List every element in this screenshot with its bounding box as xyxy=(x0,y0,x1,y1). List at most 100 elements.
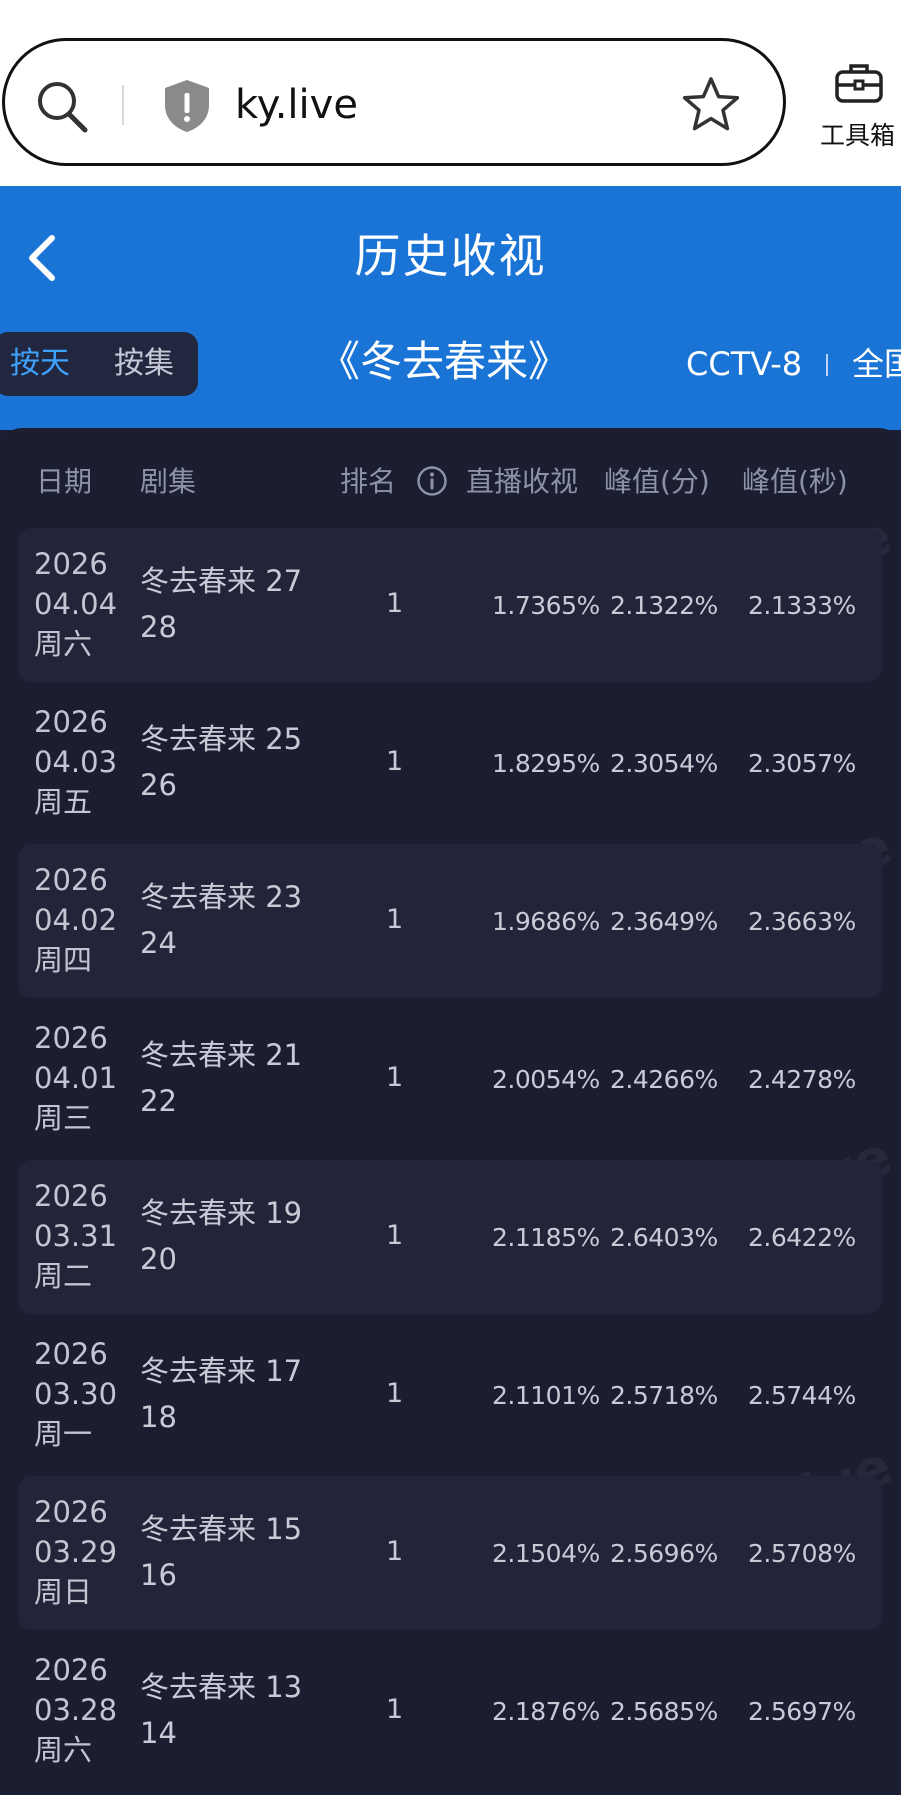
peak-minute-cell: 2.3649% xyxy=(610,907,718,936)
episode-line1: 冬去春来 13 xyxy=(140,1670,303,1704)
toggle-by-episode[interactable]: 按集 xyxy=(114,342,174,386)
live-rating-cell: 1.7365% xyxy=(492,591,600,620)
table-row[interactable]: 2026 03.28 周六 冬去春来 13 14 1 2.1876% 2.568… xyxy=(18,1634,882,1788)
peak-second-cell: 2.4278% xyxy=(748,1065,856,1094)
url-text[interactable]: ky.live xyxy=(235,79,358,131)
episode-cell: 冬去春来 23 24 xyxy=(140,874,302,966)
ratings-table: ky.live ky.live ky.live ky.live ky.live … xyxy=(0,428,901,1795)
episode-cell: 冬去春来 21 22 xyxy=(140,1032,302,1124)
episode-line1: 冬去春来 19 xyxy=(140,1196,303,1230)
rank-cell: 1 xyxy=(386,1536,404,1567)
date-month-day: 03.29 xyxy=(34,1535,118,1569)
episode-line1: 冬去春来 21 xyxy=(140,1038,303,1072)
episode-line1: 冬去春来 23 xyxy=(140,880,303,914)
table-row[interactable]: 2026 04.04 周六 冬去春来 27 28 1 1.7365% 2.132… xyxy=(18,528,882,682)
episode-line2: 14 xyxy=(140,1716,177,1750)
live-rating-cell: 2.1185% xyxy=(492,1223,600,1252)
date-month-day: 04.04 xyxy=(34,587,118,621)
toggle-by-day[interactable]: 按天 xyxy=(10,342,70,386)
episode-line2: 26 xyxy=(140,768,177,802)
episode-line2: 18 xyxy=(140,1400,177,1434)
date-cell: 2026 04.04 周六 xyxy=(34,544,117,664)
date-cell: 2026 04.03 周五 xyxy=(34,702,117,822)
table-header: 日期 剧集 排名 直播收视 峰值(分) 峰值(秒) xyxy=(0,428,901,528)
rank-cell: 1 xyxy=(386,1062,404,1093)
table-row[interactable]: 2026 04.01 周三 冬去春来 21 22 1 2.0054% 2.426… xyxy=(18,1002,882,1156)
column-header-peak-second: 峰值(秒) xyxy=(742,465,848,498)
url-divider xyxy=(122,85,124,125)
live-rating-cell: 2.1504% xyxy=(492,1539,600,1568)
date-cell: 2026 04.02 周四 xyxy=(34,860,117,980)
peak-second-cell: 2.5708% xyxy=(748,1539,856,1568)
peak-minute-cell: 2.5696% xyxy=(610,1539,718,1568)
date-weekday: 周五 xyxy=(34,785,93,819)
peak-minute-cell: 2.6403% xyxy=(610,1223,718,1252)
column-header-rank: 排名 xyxy=(340,465,397,498)
region-label[interactable]: 全国 xyxy=(852,342,901,386)
date-weekday: 周六 xyxy=(34,1733,93,1767)
star-icon[interactable] xyxy=(681,75,741,135)
date-weekday: 周六 xyxy=(34,627,93,661)
episode-line2: 24 xyxy=(140,926,177,960)
date-year: 2026 xyxy=(34,547,108,581)
info-icon[interactable] xyxy=(416,465,448,497)
rank-cell: 1 xyxy=(386,746,404,777)
rank-cell: 1 xyxy=(386,1220,404,1251)
column-header-episode: 剧集 xyxy=(140,465,197,498)
date-year: 2026 xyxy=(34,1653,108,1687)
peak-second-cell: 2.3057% xyxy=(748,749,856,778)
toolbox-icon xyxy=(835,64,883,103)
date-cell: 2026 04.01 周三 xyxy=(34,1018,117,1138)
rank-cell: 1 xyxy=(386,1694,404,1725)
peak-second-cell: 2.1333% xyxy=(748,591,856,620)
live-rating-cell: 1.9686% xyxy=(492,907,600,936)
date-month-day: 04.02 xyxy=(34,903,118,937)
peak-minute-cell: 2.5718% xyxy=(610,1381,718,1410)
shield-icon[interactable] xyxy=(159,77,215,135)
date-cell: 2026 03.30 周一 xyxy=(34,1334,117,1454)
date-month-day: 04.03 xyxy=(34,745,118,779)
peak-second-cell: 2.5744% xyxy=(748,1381,856,1410)
episode-cell: 冬去春来 25 26 xyxy=(140,716,302,808)
browser-bar: ky.live 工具箱 xyxy=(0,0,901,186)
table-row[interactable]: 2026 03.30 周一 冬去春来 17 18 1 2.1101% 2.571… xyxy=(18,1318,882,1472)
date-month-day: 03.30 xyxy=(34,1377,118,1411)
peak-minute-cell: 2.4266% xyxy=(610,1065,718,1094)
toolbox-button[interactable]: 工具箱 xyxy=(814,60,901,150)
view-toggle: 按天 按集 xyxy=(0,332,198,396)
date-year: 2026 xyxy=(34,705,108,739)
channel-divider xyxy=(826,354,828,376)
peak-second-cell: 2.5697% xyxy=(748,1697,856,1726)
channel-label[interactable]: CCTV-8 xyxy=(686,342,802,386)
table-row[interactable]: 2026 04.03 周五 冬去春来 25 26 1 1.8295% 2.305… xyxy=(18,686,882,840)
column-header-live-rating: 直播收视 xyxy=(466,465,579,498)
peak-second-cell: 2.3663% xyxy=(748,907,856,936)
date-year: 2026 xyxy=(34,863,108,897)
episode-line1: 冬去春来 25 xyxy=(140,722,303,756)
date-month-day: 03.28 xyxy=(34,1693,118,1727)
peak-minute-cell: 2.3054% xyxy=(610,749,718,778)
date-weekday: 周二 xyxy=(34,1259,93,1293)
episode-cell: 冬去春来 15 16 xyxy=(140,1506,302,1598)
date-year: 2026 xyxy=(34,1179,108,1213)
table-row[interactable]: 2026 04.02 周四 冬去春来 23 24 1 1.9686% 2.364… xyxy=(18,844,882,998)
rank-cell: 1 xyxy=(386,904,404,935)
table-row[interactable]: 2026 03.29 周日 冬去春来 15 16 1 2.1504% 2.569… xyxy=(18,1476,882,1630)
episode-line1: 冬去春来 17 xyxy=(140,1354,303,1388)
live-rating-cell: 2.1101% xyxy=(492,1381,600,1410)
date-cell: 2026 03.29 周日 xyxy=(34,1492,117,1612)
search-icon[interactable] xyxy=(33,77,91,135)
peak-minute-cell: 2.5685% xyxy=(610,1697,718,1726)
episode-cell: 冬去春来 27 28 xyxy=(140,558,302,650)
date-weekday: 周日 xyxy=(34,1575,93,1609)
rank-cell: 1 xyxy=(386,1378,404,1409)
live-rating-cell: 1.8295% xyxy=(492,749,600,778)
date-weekday: 周四 xyxy=(34,943,93,977)
address-bar[interactable]: ky.live xyxy=(2,38,786,166)
episode-line2: 16 xyxy=(140,1558,177,1592)
toolbox-label: 工具箱 xyxy=(820,121,896,150)
column-header-peak-minute: 峰值(分) xyxy=(604,465,710,498)
episode-cell: 冬去春来 17 18 xyxy=(140,1348,302,1440)
table-row[interactable]: 2026 03.31 周二 冬去春来 19 20 1 2.1185% 2.640… xyxy=(18,1160,882,1314)
episode-cell: 冬去春来 13 14 xyxy=(140,1664,302,1756)
